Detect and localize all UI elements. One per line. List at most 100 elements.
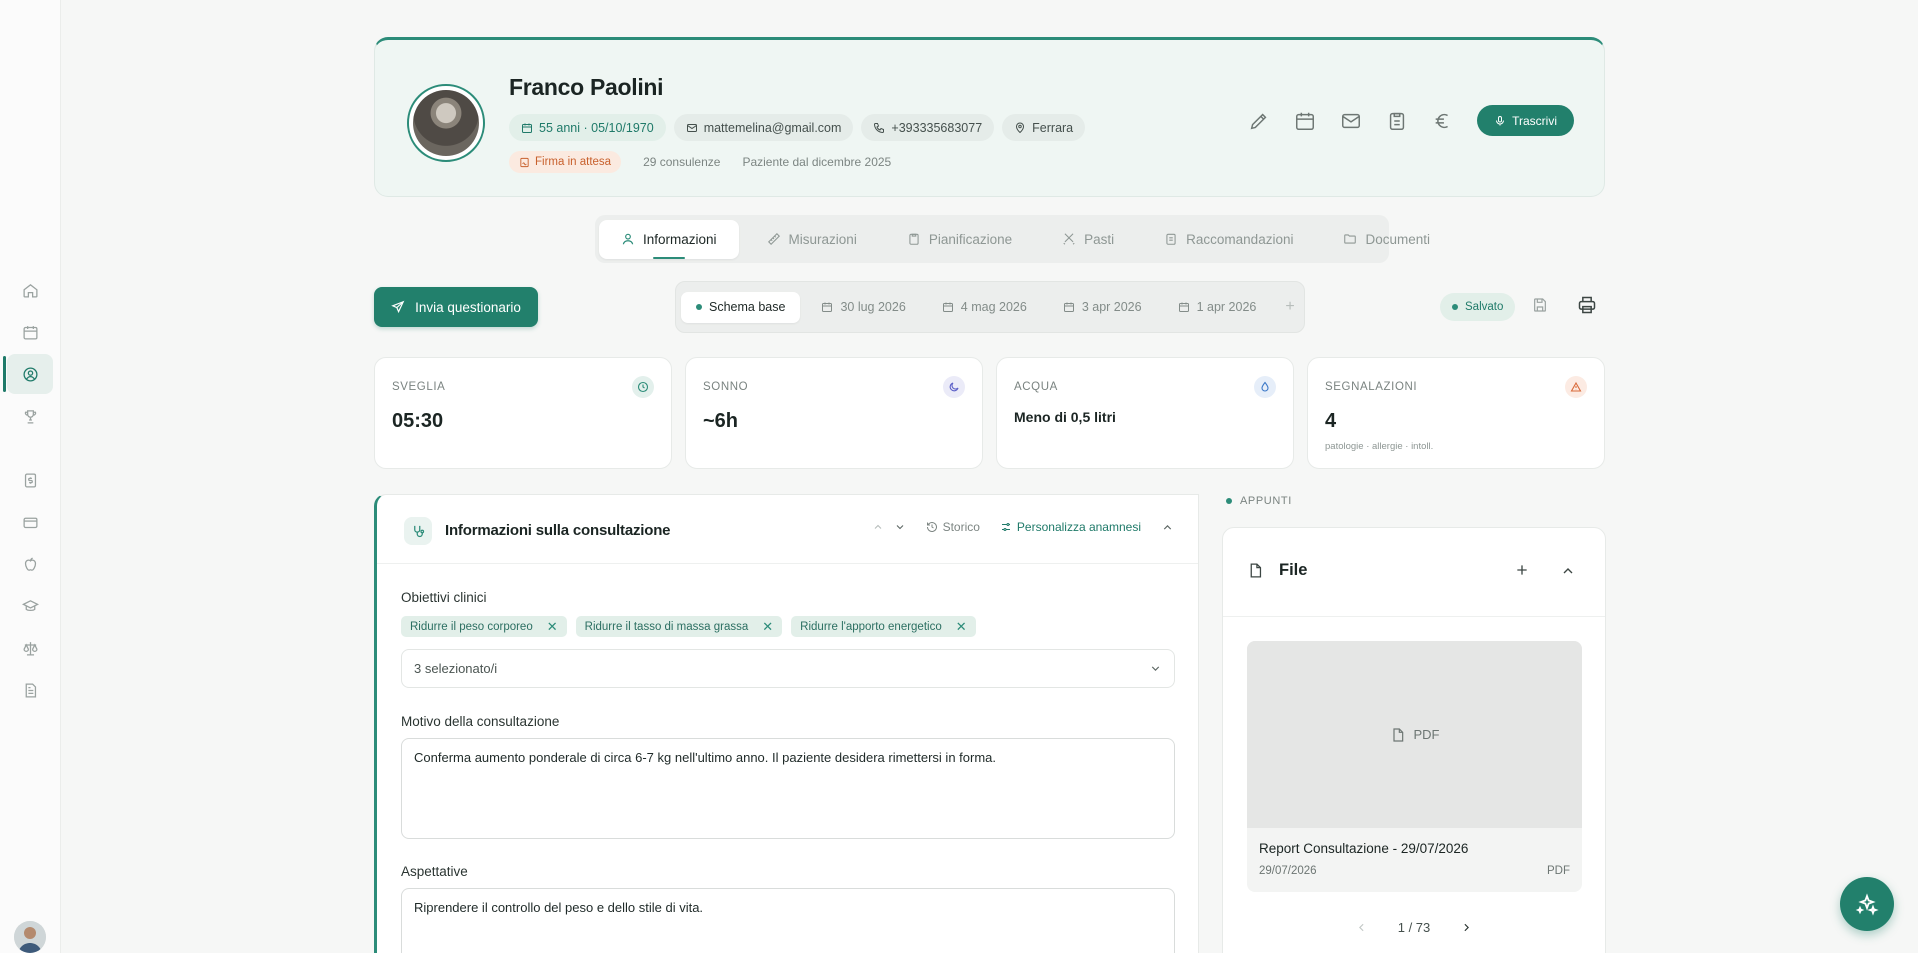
schema-item-base[interactable]: Schema base <box>681 291 801 323</box>
schema-item-date[interactable]: 30 lug 2026 <box>806 292 920 323</box>
tab-label: Documenti <box>1365 231 1430 247</box>
files-header: File <box>1223 528 1605 617</box>
header-actions: Trascrivi <box>1247 105 1574 136</box>
history-button[interactable]: Storico <box>926 520 980 534</box>
collapse-icon[interactable] <box>1161 521 1174 534</box>
tab-pasti[interactable]: Pasti <box>1040 220 1136 259</box>
signature-icon <box>520 157 529 167</box>
add-schema-button[interactable]: + <box>1277 298 1302 316</box>
sidebar-item-patients[interactable] <box>7 354 53 394</box>
schema-label: 1 apr 2026 <box>1196 300 1257 314</box>
sparkles-icon <box>1855 893 1879 916</box>
patient-photo <box>413 90 479 156</box>
transcribe-label: Trascrivi <box>1512 113 1557 128</box>
tab-label: Pianificazione <box>928 231 1013 247</box>
goal-tag-label: Ridurre il tasso di massa grassa <box>584 620 749 633</box>
consultation-tools: Storico Personalizza anamnesi <box>872 520 1174 534</box>
reason-textarea[interactable]: Conferma aumento ponderale di circa 6-7 … <box>401 738 1175 839</box>
user-icon <box>622 233 634 245</box>
sidebar-item-legal[interactable] <box>7 628 53 668</box>
customize-anamnesis-button[interactable]: Personalizza anamnesi <box>1000 520 1141 534</box>
stethoscope-icon <box>404 517 432 545</box>
edit-button[interactable] <box>1247 109 1271 133</box>
patient-header: Franco Paolini 55 anni · 05/10/1970 matt… <box>374 37 1605 197</box>
send-questionnaire-button[interactable]: Invia questionario <box>374 287 538 327</box>
ai-assistant-button[interactable] <box>1840 877 1894 931</box>
active-dot <box>696 304 702 310</box>
sidebar-item-reports[interactable] <box>7 670 53 710</box>
sidebar-item-billing[interactable] <box>7 460 53 500</box>
sidebar-item-calendar[interactable] <box>7 312 53 352</box>
remove-tag-icon[interactable]: ✕ <box>956 619 967 635</box>
credit-card-icon <box>22 517 38 528</box>
apple-icon <box>24 557 36 571</box>
add-file-button[interactable] <box>1514 562 1530 578</box>
tab-label: Pasti <box>1084 231 1115 247</box>
sidebar <box>0 0 61 953</box>
tab-label: Misurazioni <box>788 231 857 247</box>
clinical-goals-select[interactable]: 3 selezionato/i <box>401 649 1175 688</box>
tab-label: Informazioni <box>643 231 717 247</box>
email-button[interactable] <box>1339 109 1363 133</box>
tab-informazioni[interactable]: Informazioni <box>599 219 739 259</box>
remove-tag-icon[interactable]: ✕ <box>547 619 558 635</box>
chevron-down-icon[interactable] <box>894 521 906 533</box>
schema-item-date[interactable]: 4 mag 2026 <box>927 292 1042 323</box>
file-type: PDF <box>1547 865 1570 877</box>
clinical-goals-label: Obiettivi clinici <box>401 590 487 605</box>
tab-raccomandazioni[interactable]: Raccomandazioni <box>1142 220 1315 259</box>
notes-section-label: APPUNTI <box>1226 495 1292 507</box>
goal-tag-label: Ridurre l'apporto energetico <box>800 620 942 633</box>
email-chip[interactable]: mattemelina@gmail.com <box>673 114 854 141</box>
collapse-files-button[interactable] <box>1560 563 1576 579</box>
phone-text: +393335683077 <box>891 120 983 135</box>
stat-subtitle: patologie · allergie · intoll. <box>1325 441 1434 452</box>
expectations-label: Aspettative <box>401 864 468 879</box>
plus-icon <box>1517 565 1527 575</box>
sidebar-item-education[interactable] <box>7 586 53 626</box>
stat-card-sonno: SONNO ~6h <box>685 357 983 469</box>
sidebar-item-achievements[interactable] <box>7 396 53 436</box>
clipboard-list-icon <box>1166 233 1176 245</box>
schedule-button[interactable] <box>1293 109 1317 133</box>
saved-label: Salvato <box>1465 301 1504 313</box>
chevron-right-icon[interactable] <box>1460 921 1473 934</box>
graduation-cap-icon <box>21 599 39 611</box>
payment-button[interactable] <box>1431 109 1455 133</box>
phone-chip[interactable]: +393335683077 <box>861 114 995 141</box>
schema-selector: Schema base 30 lug 2026 4 mag 2026 3 apr… <box>675 281 1305 333</box>
clipboard-button[interactable] <box>1385 109 1409 133</box>
tab-label: Raccomandazioni <box>1186 231 1294 247</box>
sidebar-item-home[interactable] <box>7 270 53 310</box>
file-preview: PDF <box>1247 641 1582 828</box>
reorder-controls <box>872 521 906 533</box>
chevron-left-icon[interactable] <box>1355 921 1368 934</box>
save-button[interactable] <box>1532 297 1548 313</box>
schema-item-date[interactable]: 1 apr 2026 <box>1163 292 1272 323</box>
age-chip: 55 anni · 05/10/1970 <box>509 114 666 141</box>
calendar-icon <box>522 123 532 133</box>
user-avatar[interactable] <box>14 921 46 953</box>
expectations-textarea[interactable]: Riprendere il controllo del peso e dello… <box>401 888 1175 953</box>
sidebar-item-payments[interactable] <box>7 502 53 542</box>
trophy-icon <box>24 409 36 424</box>
print-button[interactable] <box>1577 295 1597 315</box>
file-card[interactable]: PDF Report Consultazione - 29/07/2026 29… <box>1247 641 1582 892</box>
printer-icon <box>1578 296 1596 314</box>
goal-tag: Ridurre il peso corporeo ✕ <box>401 616 567 637</box>
tab-pianificazione[interactable]: Pianificazione <box>885 220 1034 259</box>
consultation-header: Informazioni sulla consultazione Storico… <box>377 495 1198 564</box>
transcribe-button[interactable]: Trascrivi <box>1477 105 1574 136</box>
schema-label: 30 lug 2026 <box>840 300 906 314</box>
signature-status-text: Firma in attesa <box>535 156 612 168</box>
tab-documenti[interactable]: Documenti <box>1321 220 1452 259</box>
utensils-icon <box>1063 233 1075 245</box>
chevron-up-icon[interactable] <box>872 521 884 533</box>
tab-misurazioni[interactable]: Misurazioni <box>745 220 879 259</box>
signature-status-badge[interactable]: Firma in attesa <box>509 151 622 173</box>
remove-tag-icon[interactable]: ✕ <box>762 619 773 635</box>
phone-icon <box>874 122 885 133</box>
saved-status-badge: Salvato <box>1440 293 1516 321</box>
sidebar-item-foods[interactable] <box>7 544 53 584</box>
schema-item-date[interactable]: 3 apr 2026 <box>1048 292 1157 323</box>
